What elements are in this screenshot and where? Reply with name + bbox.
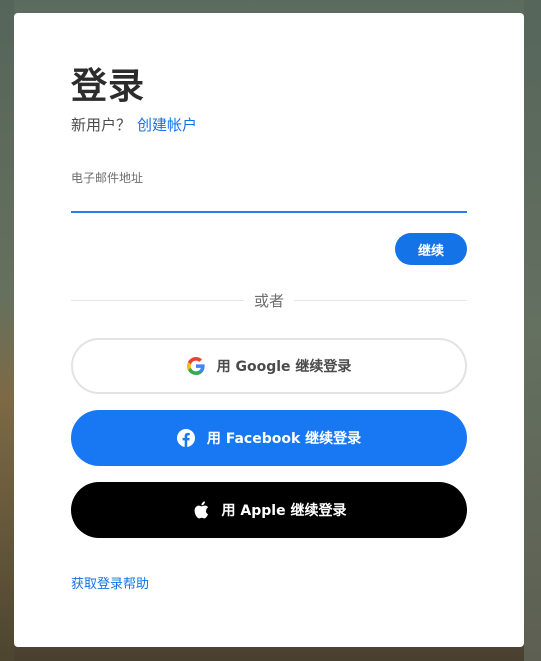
page-title: 登录	[71, 66, 146, 107]
apple-icon	[192, 501, 210, 519]
new-user-row: 新用户？ 创建帐户	[71, 114, 197, 135]
email-label: 电子邮件地址	[71, 171, 144, 185]
divider-line-left	[71, 299, 244, 301]
divider-text: 或者	[254, 291, 285, 310]
divider-line-right	[294, 299, 468, 301]
email-field[interactable]	[71, 189, 467, 213]
continue-button[interactable]: 继续	[395, 233, 467, 265]
google-login-button[interactable]: 用 Google 继续登录	[71, 338, 467, 394]
or-divider: 或者	[71, 290, 468, 310]
facebook-login-button[interactable]: 用 Facebook 继续登录	[71, 410, 467, 466]
login-card: 登录 新用户？ 创建帐户 电子邮件地址 继续 或者 用 Google 继续登录	[14, 13, 524, 647]
create-account-link[interactable]: 创建帐户	[137, 116, 197, 134]
apple-login-button[interactable]: 用 Apple 继续登录	[71, 482, 467, 538]
background-left	[0, 0, 14, 661]
google-icon	[186, 357, 205, 375]
facebook-login-label: 用 Facebook 继续登录	[206, 431, 362, 447]
new-user-prompt: 新用户？	[71, 116, 132, 134]
login-help-link[interactable]: 获取登录帮助	[71, 573, 149, 592]
google-login-label: 用 Google 继续登录	[216, 359, 352, 375]
facebook-icon	[176, 429, 195, 447]
background-right	[524, 0, 541, 661]
apple-login-label: 用 Apple 继续登录	[221, 503, 347, 519]
